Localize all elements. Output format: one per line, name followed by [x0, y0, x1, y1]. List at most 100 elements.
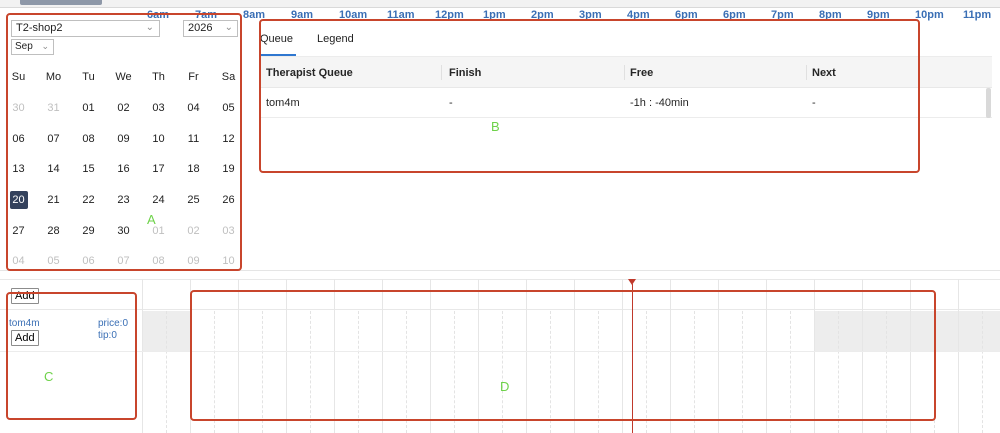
- hour-label: 12pm: [435, 9, 464, 21]
- queue-table-header: Therapist Queue Finish Free Next: [260, 57, 992, 88]
- cell-queue: tom4m: [266, 97, 300, 109]
- calendar-day-label: 03: [222, 224, 235, 237]
- calendar-day-label: 09: [187, 255, 200, 268]
- calendar-day-label: 22: [82, 194, 95, 207]
- calendar-day[interactable]: 25: [176, 185, 211, 216]
- calendar-day-label: 27: [12, 224, 25, 237]
- half-hour-gridline: [406, 311, 407, 433]
- hour-label: 11am: [387, 9, 415, 21]
- month-select[interactable]: Sep ⌄: [11, 39, 54, 55]
- top-tab-indicator[interactable]: [20, 0, 102, 5]
- cell-finish: -: [449, 97, 453, 109]
- calendar-day[interactable]: 18: [176, 154, 211, 185]
- calendar-day[interactable]: 16: [106, 154, 141, 185]
- half-hour-gridline: [454, 311, 455, 433]
- calendar-day[interactable]: 09: [106, 123, 141, 154]
- calendar-day[interactable]: 13: [1, 154, 36, 185]
- calendar-day[interactable]: 22: [71, 185, 106, 216]
- hour-label: 3pm: [579, 9, 602, 21]
- off-hours-shade: [814, 311, 1000, 351]
- chevron-down-icon: ⌄: [145, 22, 154, 33]
- calendar-day[interactable]: 11: [176, 123, 211, 154]
- calendar-day[interactable]: 29: [71, 215, 106, 246]
- half-hour-gridline: [694, 311, 695, 433]
- half-hour-gridline: [502, 311, 503, 433]
- calendar-day[interactable]: 04: [1, 246, 36, 277]
- calendar-day[interactable]: 05: [211, 93, 246, 124]
- hour-label: 1pm: [483, 9, 506, 21]
- calendar-day[interactable]: 02: [176, 215, 211, 246]
- calendar-day[interactable]: 26: [211, 185, 246, 216]
- calendar-day[interactable]: 19: [211, 154, 246, 185]
- annotation-label-a: A: [147, 212, 156, 227]
- calendar-day[interactable]: 03: [211, 215, 246, 246]
- calendar-day[interactable]: 09: [176, 246, 211, 277]
- hour-gridline: [238, 279, 239, 433]
- calendar-day[interactable]: 05: [36, 246, 71, 277]
- month-select-value: Sep: [15, 41, 33, 52]
- calendar-day[interactable]: 07: [36, 123, 71, 154]
- half-hour-gridline: [838, 311, 839, 433]
- timeline-header: [0, 279, 1000, 310]
- calendar-day[interactable]: 30: [1, 93, 36, 124]
- add-technician-button[interactable]: Add: [11, 288, 39, 304]
- section-divider: [0, 270, 1000, 271]
- calendar-day[interactable]: 08: [71, 123, 106, 154]
- half-hour-gridline: [934, 311, 935, 433]
- calendar-day-selected[interactable]: 20: [1, 185, 36, 216]
- calendar-day[interactable]: 07: [106, 246, 141, 277]
- calendar-day[interactable]: 17: [141, 154, 176, 185]
- cell-next: -: [812, 97, 816, 109]
- calendar-day-label: 18: [187, 163, 200, 176]
- calendar-day[interactable]: 01: [71, 93, 106, 124]
- half-hour-gridline: [214, 311, 215, 433]
- hour-gridline: [910, 279, 911, 433]
- calendar-day[interactable]: 02: [106, 93, 141, 124]
- hour-label: 11pm: [963, 9, 992, 21]
- add-booking-button[interactable]: Add: [11, 330, 39, 346]
- calendar-day[interactable]: 28: [36, 215, 71, 246]
- calendar-day[interactable]: 23: [106, 185, 141, 216]
- calendar-day[interactable]: 30: [106, 215, 141, 246]
- technician-name[interactable]: tom4m: [9, 318, 40, 329]
- tab-queue[interactable]: Queue: [260, 33, 293, 45]
- calendar-day-label: 29: [82, 224, 95, 237]
- calendar-day[interactable]: 08: [141, 246, 176, 277]
- half-hour-gridline: [310, 311, 311, 433]
- calendar-day-label: 17: [152, 163, 165, 176]
- table-scrollbar[interactable]: [986, 88, 991, 118]
- calendar-day[interactable]: 24: [141, 185, 176, 216]
- calendar-day[interactable]: 21: [36, 185, 71, 216]
- year-select[interactable]: 2026 ⌄: [183, 20, 238, 37]
- calendar-day-label: 02: [117, 102, 130, 115]
- calendar-day[interactable]: 03: [141, 93, 176, 124]
- calendar-day[interactable]: 10: [141, 123, 176, 154]
- shop-select-value: T2-shop2: [16, 22, 63, 34]
- calendar-day-label: 01: [82, 102, 95, 115]
- shop-select[interactable]: T2-shop2 ⌄: [11, 20, 160, 37]
- hour-label: 6am: [147, 9, 170, 21]
- table-row[interactable]: tom4m - -1h : -40min -: [260, 88, 992, 118]
- calendar-day[interactable]: 15: [71, 154, 106, 185]
- calendar-day[interactable]: 06: [1, 123, 36, 154]
- calendar-day[interactable]: 04: [176, 93, 211, 124]
- calendar-day-label: 19: [222, 163, 235, 176]
- column-header-finish: Finish: [449, 67, 482, 79]
- hour-label: 2pm: [531, 9, 554, 21]
- column-header-queue: Therapist Queue: [266, 67, 353, 79]
- calendar-day[interactable]: 10: [211, 246, 246, 277]
- calendar-day[interactable]: 14: [36, 154, 71, 185]
- timeline-row-divider: [0, 351, 1000, 352]
- half-hour-gridline: [646, 311, 647, 433]
- tab-legend[interactable]: Legend: [317, 33, 354, 45]
- calendar-day[interactable]: 31: [36, 93, 71, 124]
- calendar-day-label: 05: [47, 255, 60, 268]
- calendar-day-label: 30: [117, 224, 130, 237]
- calendar-day[interactable]: 12: [211, 123, 246, 154]
- calendar-day[interactable]: 06: [71, 246, 106, 277]
- current-time-marker-icon: [628, 279, 636, 285]
- calendar-day[interactable]: 27: [1, 215, 36, 246]
- calendar-day-label: 28: [47, 224, 60, 237]
- year-select-value: 2026: [188, 22, 213, 34]
- hour-gridline: [766, 279, 767, 433]
